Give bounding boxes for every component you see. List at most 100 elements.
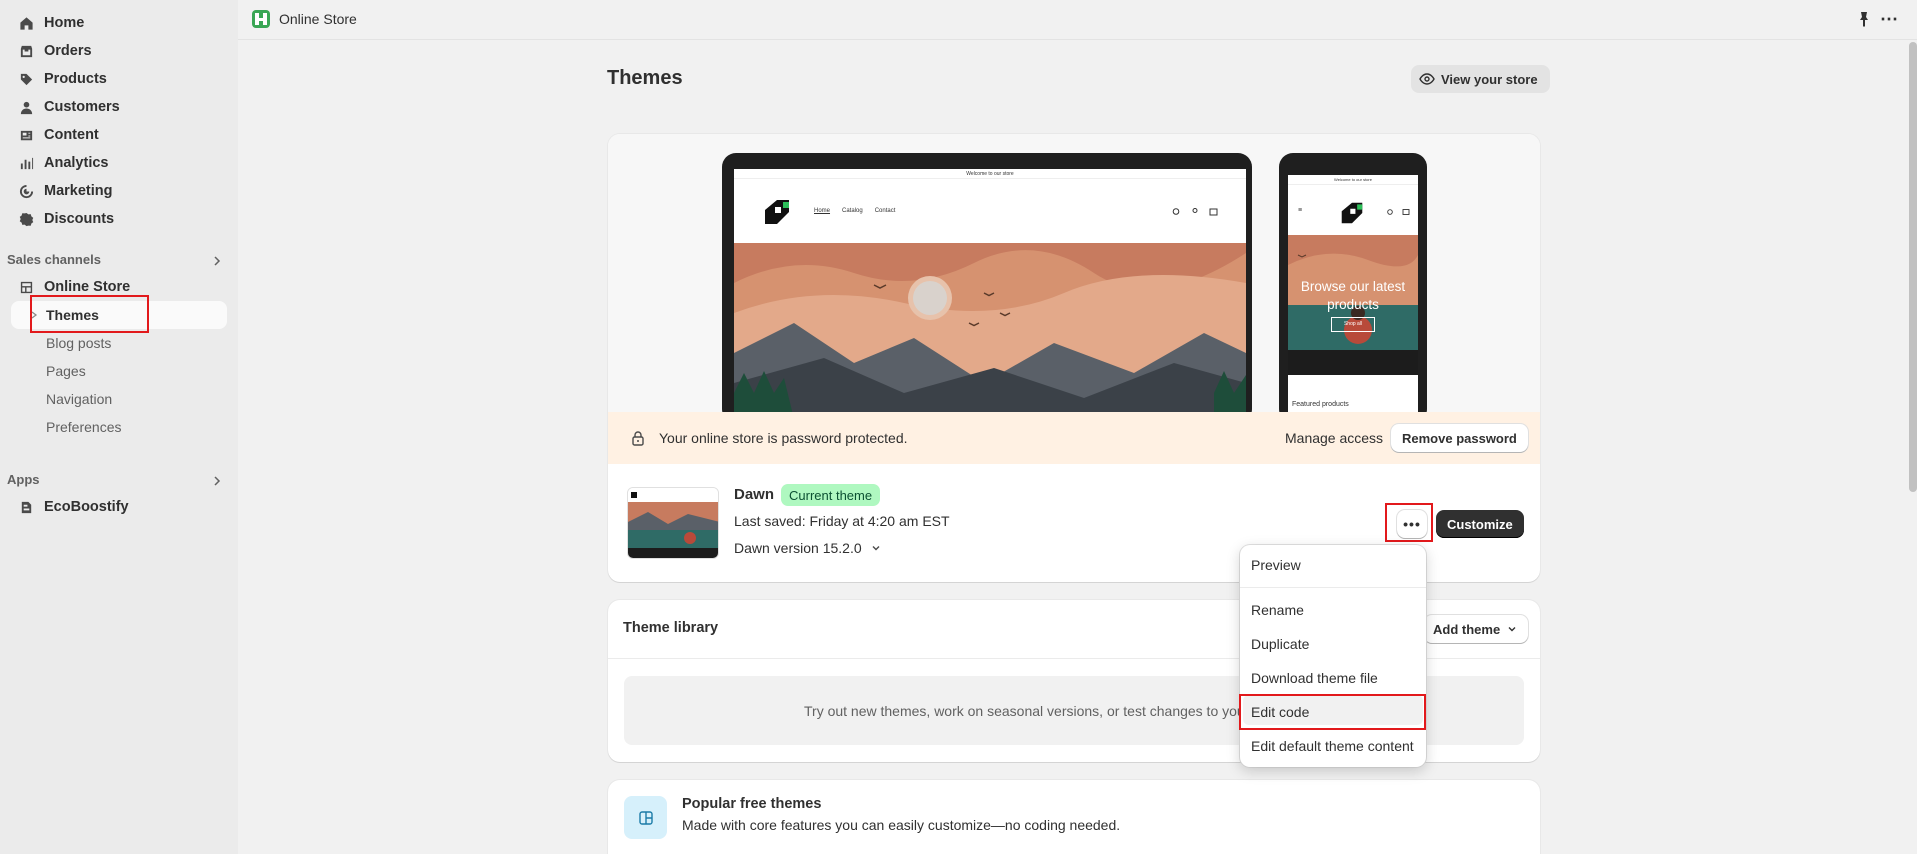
phone-screen: Welcome to our store ≡ Browse our latest… — [1288, 175, 1418, 412]
orders-icon — [18, 43, 34, 59]
top-bar: Online Store — [238, 0, 1917, 40]
nav-orders[interactable]: Orders — [18, 39, 92, 63]
home-icon — [18, 15, 34, 31]
theme-more-actions-button[interactable]: ••• — [1397, 510, 1427, 538]
nav-online-store[interactable]: Online Store — [18, 275, 130, 299]
laptop-screen: Welcome to our store Home Catalog Contac… — [734, 169, 1246, 412]
menu-item-rename[interactable]: Rename — [1251, 602, 1304, 618]
menu-separator — [1240, 587, 1426, 588]
lock-icon — [632, 431, 644, 446]
phone-hero-button: Shop all — [1331, 317, 1375, 332]
nav-analytics-label: Analytics — [44, 155, 109, 171]
page-title: Themes — [607, 67, 683, 89]
theme-thumbnail[interactable] — [627, 487, 719, 559]
online-store-logo-icon — [252, 10, 270, 28]
laptop-hero-illustration — [734, 243, 1246, 412]
sidebar-item-themes[interactable]: Themes — [46, 307, 99, 323]
content-icon — [18, 127, 34, 143]
remove-password-button[interactable]: Remove password — [1391, 424, 1528, 452]
theme-actions-menu: Preview Rename Duplicate Download theme … — [1240, 545, 1426, 767]
nav-home-label: Home — [44, 15, 85, 31]
laptop-announcement: Welcome to our store — [734, 169, 1246, 179]
menu-item-preview[interactable]: Preview — [1251, 557, 1301, 573]
phone-menu-icon: ≡ — [1298, 207, 1303, 214]
sales-channels-label: Sales channels — [7, 252, 101, 267]
sidebar-item-navigation[interactable]: Navigation — [46, 391, 112, 407]
menu-item-edit-code[interactable]: Edit code — [1251, 704, 1309, 720]
menu-item-duplicate[interactable]: Duplicate — [1251, 636, 1309, 652]
themes-row-highlight — [11, 301, 227, 329]
store-logo-icon — [765, 200, 789, 224]
view-store-button[interactable]: View your store — [1411, 65, 1550, 93]
nav-discounts[interactable]: Discounts — [18, 207, 114, 231]
nav-ecoboostify[interactable]: EcoBoostify — [18, 495, 129, 519]
nav-products[interactable]: Products — [18, 67, 107, 91]
nav-customers-label: Customers — [44, 99, 120, 115]
chart-icon — [18, 155, 34, 171]
phone-header-icons — [1387, 209, 1410, 215]
chevron-down-icon — [872, 546, 880, 551]
phone-mockup: Welcome to our store ≡ Browse our latest… — [1279, 153, 1427, 412]
more-actions-icon[interactable]: ⋯ — [1880, 9, 1899, 30]
nav-content[interactable]: Content — [18, 123, 99, 147]
popular-themes-subtitle: Made with core features you can easily c… — [682, 817, 1121, 833]
theme-preview[interactable]: Welcome to our store Home Catalog Contac… — [608, 134, 1540, 412]
laptop-nav-contact: Contact — [874, 208, 896, 214]
popular-themes-icon — [624, 796, 667, 839]
laptop-nav-catalog: Catalog — [842, 208, 863, 214]
laptop-mockup: Welcome to our store Home Catalog Contac… — [722, 153, 1252, 412]
phone-featured-label: Featured products — [1292, 401, 1349, 408]
nav-marketing[interactable]: Marketing — [18, 179, 113, 203]
scrollbar[interactable] — [1909, 42, 1917, 492]
discount-icon — [18, 211, 34, 227]
chevron-right-icon[interactable] — [210, 254, 224, 268]
tag-icon — [18, 71, 34, 87]
phone-announcement: Welcome to our store — [1288, 175, 1418, 185]
laptop-nav: Home Catalog Contact — [814, 208, 895, 214]
theme-library-title: Theme library — [623, 620, 719, 636]
nav-products-label: Products — [44, 71, 107, 87]
nav-customers[interactable]: Customers — [18, 95, 120, 119]
theme-thumbnail-image — [628, 488, 718, 558]
app-icon — [18, 499, 34, 515]
password-banner-text: Your online store is password protected. — [659, 430, 908, 446]
manage-access-link[interactable]: Manage access — [1285, 430, 1383, 446]
theme-version-toggle[interactable]: Dawn version 15.2.0 — [734, 540, 882, 556]
view-store-label: View your store — [1441, 71, 1538, 87]
target-icon — [18, 183, 34, 199]
sidebar-item-preferences[interactable]: Preferences — [46, 419, 121, 435]
theme-grid-icon — [638, 810, 653, 825]
password-banner: Your online store is password protected.… — [608, 412, 1540, 464]
chevron-right-icon[interactable] — [210, 474, 224, 488]
customize-button[interactable]: Customize — [1436, 510, 1524, 538]
pin-icon[interactable] — [1856, 11, 1872, 27]
add-theme-label: Add theme — [1433, 621, 1501, 637]
nav-marketing-label: Marketing — [44, 183, 113, 199]
nav-home[interactable]: Home — [18, 11, 84, 35]
nav-content-label: Content — [44, 127, 99, 143]
add-theme-button[interactable]: Add theme — [1424, 615, 1529, 643]
store-icon — [18, 279, 34, 295]
menu-item-download-theme-file[interactable]: Download theme file — [1251, 670, 1378, 686]
phone-hero-text: Browse our latest products — [1300, 279, 1406, 312]
laptop-nav-home: Home — [814, 208, 831, 214]
theme-name: Dawn — [734, 486, 775, 503]
apps-label: Apps — [7, 472, 40, 487]
theme-library-empty-text: Try out new themes, work on seasonal ver… — [804, 703, 1250, 719]
laptop-header-icons — [1172, 208, 1218, 216]
phone-store-logo-icon — [1341, 202, 1363, 224]
person-icon — [18, 99, 34, 115]
sidebar-item-pages[interactable]: Pages — [46, 363, 86, 379]
active-arrow-icon — [31, 311, 38, 319]
theme-version-label: Dawn version 15.2.0 — [734, 540, 862, 556]
menu-item-edit-default-theme-content[interactable]: Edit default theme content — [1251, 738, 1414, 754]
nav-discounts-label: Discounts — [44, 211, 115, 227]
nav-ecoboostify-label: EcoBoostify — [44, 499, 129, 515]
sidebar: Home Orders Products Customers Content A… — [0, 0, 238, 854]
current-theme-badge: Current theme — [781, 484, 881, 506]
nav-analytics[interactable]: Analytics — [18, 151, 108, 175]
chevron-down-icon — [1508, 627, 1516, 632]
sidebar-item-blog-posts[interactable]: Blog posts — [46, 335, 111, 351]
popular-themes-title: Popular free themes — [682, 796, 822, 812]
nav-orders-label: Orders — [44, 43, 92, 59]
